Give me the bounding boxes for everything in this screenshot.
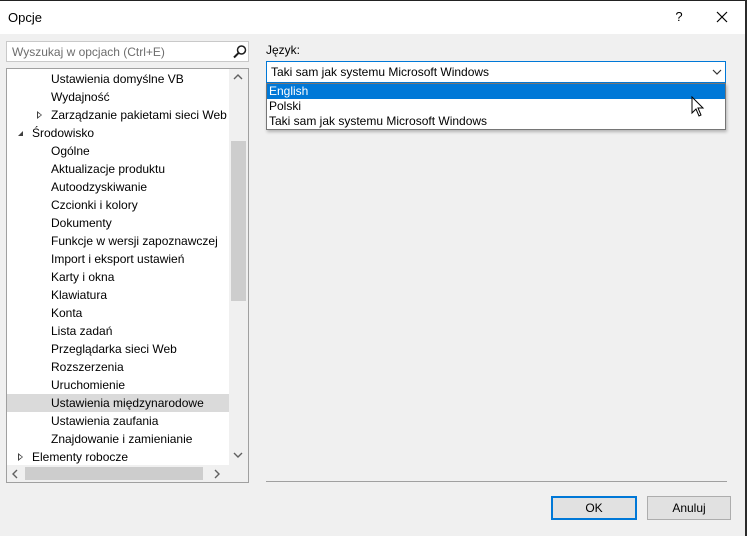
mouse-pointer-icon — [691, 96, 705, 117]
tree-item[interactable]: Ustawienia domyślne VB — [7, 70, 230, 88]
cancel-button[interactable]: Anuluj — [647, 496, 731, 520]
language-dropdown-list: English Polski Taki sam jak systemu Micr… — [266, 83, 726, 130]
vertical-scroll-thumb[interactable] — [231, 141, 246, 301]
tree-item[interactable]: Wydajność — [7, 88, 230, 106]
tree-item-label: Konta — [51, 306, 83, 320]
search-input[interactable] — [7, 42, 232, 61]
tree-item[interactable]: Aktualizacje produktu — [7, 160, 230, 178]
ok-button[interactable]: OK — [551, 496, 637, 520]
tree-item[interactable]: Ogólne — [7, 142, 230, 160]
tree-item[interactable]: Ustawienia międzynarodowe — [7, 394, 230, 412]
tree-item-label: Lista zadań — [51, 324, 113, 338]
horizontal-scrollbar[interactable] — [7, 465, 248, 482]
help-button[interactable]: ? — [662, 2, 696, 32]
language-option[interactable]: Polski — [267, 99, 725, 114]
tree-item-label: Dokumenty — [51, 216, 112, 230]
tree-item-label: Znajdowanie i zamienianie — [51, 432, 193, 446]
title-bar — [0, 0, 747, 34]
language-option[interactable]: Taki sam jak systemu Microsoft Windows — [267, 114, 725, 129]
expanded-triangle-icon[interactable] — [18, 131, 23, 136]
language-option[interactable]: English — [267, 84, 725, 99]
tree-item-label: Ustawienia międzynarodowe — [51, 396, 204, 410]
tree-item-label: Rozszerzenia — [51, 360, 124, 374]
tree-item[interactable]: Znajdowanie i zamienianie — [7, 430, 230, 448]
tree-item-label: Karty i okna — [51, 270, 115, 284]
close-button[interactable] — [704, 2, 740, 32]
collapsed-triangle-icon[interactable] — [18, 453, 23, 461]
search-box — [6, 41, 249, 62]
tree-item-label: Środowisko — [32, 126, 95, 140]
tree-item[interactable]: Przeglądarka sieci Web — [7, 340, 230, 358]
tree-item-label: Czcionki i kolory — [51, 198, 138, 212]
tree-item-label: Zarządzanie pakietami sieci Web — [51, 108, 227, 122]
tree-item[interactable]: Autoodzyskiwanie — [7, 178, 230, 196]
tree-item[interactable]: Środowisko — [7, 124, 230, 142]
collapsed-triangle-icon[interactable] — [37, 111, 42, 119]
tree-item[interactable]: Import i eksport ustawień — [7, 250, 230, 268]
scroll-down-icon[interactable] — [233, 452, 243, 458]
close-icon — [716, 11, 728, 23]
tree-item[interactable]: Lista zadań — [7, 322, 230, 340]
options-tree: Ustawienia domyślne VB Wydajność Zarządzan… — [6, 68, 249, 483]
language-label: Język: — [266, 43, 301, 57]
tree-item[interactable]: Czcionki i kolory — [7, 196, 230, 214]
tree-item[interactable]: Uruchomienie — [7, 376, 230, 394]
tree-item-label: Import i eksport ustawień — [51, 252, 185, 266]
tree-item[interactable]: Klawiatura — [7, 286, 230, 304]
tree-item[interactable]: Funkcje w wersji zapoznawczej — [7, 232, 230, 250]
horizontal-scroll-thumb[interactable] — [25, 467, 203, 480]
tree-item-label: Funkcje w wersji zapoznawczej — [51, 234, 218, 248]
tree-item[interactable]: Elementy robocze — [7, 448, 230, 466]
tree-item[interactable]: Karty i okna — [7, 268, 230, 286]
scroll-left-icon[interactable] — [12, 469, 18, 479]
vertical-scrollbar[interactable] — [229, 69, 248, 465]
window-title: Opcje — [8, 10, 42, 25]
tree-item[interactable]: Dokumenty — [7, 214, 230, 232]
search-icon[interactable] — [232, 44, 248, 60]
bottom-separator — [266, 481, 727, 482]
tree-item[interactable]: Konta — [7, 304, 230, 322]
chevron-down-icon — [712, 69, 722, 75]
tree-item[interactable]: Ustawienia zaufania — [7, 412, 230, 430]
tree-item-label: Elementy robocze — [32, 450, 129, 464]
language-selected-value: Taki sam jak systemu Microsoft Windows — [271, 65, 490, 79]
language-combobox[interactable]: Taki sam jak systemu Microsoft Windows — [266, 61, 726, 83]
tree-item[interactable]: Zarządzanie pakietami sieci Web — [7, 106, 230, 124]
tree-item[interactable]: Rozszerzenia — [7, 358, 230, 376]
tree-item-label: Wydajność — [51, 90, 110, 104]
tree-item-label: Ustawienia zaufania — [51, 414, 159, 428]
window-top-border — [0, 0, 747, 1]
scroll-right-icon[interactable] — [214, 469, 220, 479]
tree-item-label: Aktualizacje produktu — [51, 162, 166, 176]
tree-item-label: Autoodzyskiwanie — [51, 180, 148, 194]
scrollbar-corner — [229, 465, 248, 482]
tree-item-label: Ogólne — [51, 144, 90, 158]
tree-item-label: Przeglądarka sieci Web — [51, 342, 177, 356]
scroll-up-icon[interactable] — [233, 74, 243, 80]
tree-item-label: Klawiatura — [51, 288, 108, 302]
tree-item-label: Uruchomienie — [51, 378, 126, 392]
tree-item-label: Ustawienia domyślne VB — [51, 72, 184, 86]
